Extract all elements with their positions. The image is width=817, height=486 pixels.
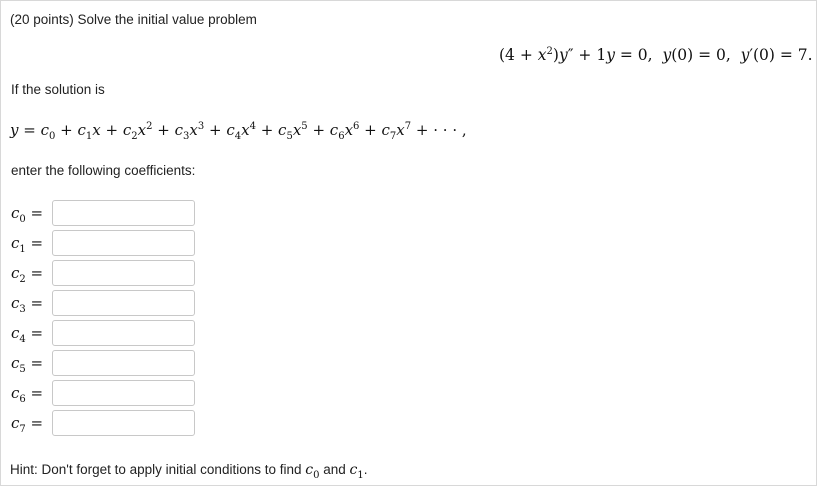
coefficient-label-c0: c0 = xyxy=(11,204,44,225)
instructions-text: enter the following coefficients: xyxy=(11,163,196,178)
coefficient-label-c5: c5 = xyxy=(11,354,44,375)
coefficient-input-c7[interactable] xyxy=(52,410,195,436)
power-series-equation: y = c0 + c1x + c2x2 + c3x3 + c4x4 + c5x5… xyxy=(10,121,467,142)
coefficient-input-c5[interactable] xyxy=(52,350,195,376)
coefficient-label-c4: c4 = xyxy=(11,324,44,345)
coefficient-input-c0[interactable] xyxy=(52,200,195,226)
coefficient-label-c7: c7 = xyxy=(11,414,44,435)
if-solution-text: If the solution is xyxy=(11,82,105,97)
coefficient-label-c3: c3 = xyxy=(11,294,44,315)
coefficient-input-c1[interactable] xyxy=(52,230,195,256)
ode-equation: (4 + x2)y″ + 1y = 0, y(0) = 0, y′(0) = 7… xyxy=(499,46,813,65)
coefficient-input-c3[interactable] xyxy=(52,290,195,316)
hint-c0: c0 xyxy=(305,462,320,481)
problem-card: (20 points) Solve the initial value prob… xyxy=(0,0,817,486)
hint-c1: c1 xyxy=(349,462,364,481)
coefficient-input-c6[interactable] xyxy=(52,380,195,406)
hint-and: and xyxy=(323,462,346,477)
coefficient-label-c2: c2 = xyxy=(11,264,44,285)
coefficient-label-c1: c1 = xyxy=(11,234,44,255)
coefficient-input-c2[interactable] xyxy=(52,260,195,286)
problem-title: (20 points) Solve the initial value prob… xyxy=(10,12,257,27)
coefficient-label-c6: c6 = xyxy=(11,384,44,405)
hint-end: . xyxy=(363,462,368,477)
hint-text: Hint: Don't forget to apply initial cond… xyxy=(10,462,368,481)
hint-prefix: Hint: Don't forget to apply initial cond… xyxy=(10,462,302,477)
coefficient-input-c4[interactable] xyxy=(52,320,195,346)
